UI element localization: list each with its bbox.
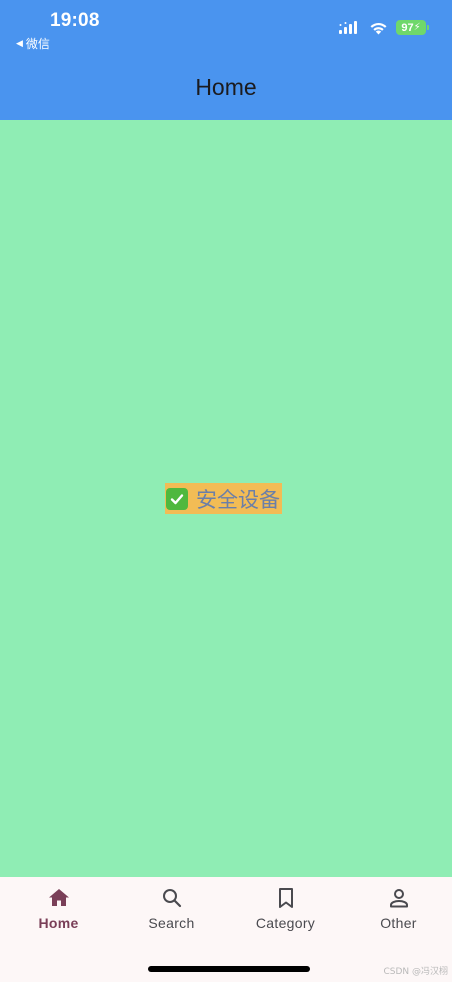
home-indicator[interactable] xyxy=(148,966,310,972)
cellular-signal-icon xyxy=(339,21,357,34)
nav-label-search: Search xyxy=(148,915,195,931)
nav-item-home[interactable]: Home xyxy=(2,886,115,931)
charging-bolt-icon: ⚡ xyxy=(413,22,421,33)
check-mark-icon xyxy=(166,487,188,510)
bookmark-icon xyxy=(278,888,293,908)
back-triangle-icon: ◀ xyxy=(16,38,23,48)
security-status-chip: 安全设备 xyxy=(165,483,282,514)
wifi-icon xyxy=(370,22,387,34)
nav-item-search[interactable]: Search xyxy=(115,886,228,931)
screen: 19:08 ◀ 微信 97 ⚡ Home 安全设备 Home Search Ca… xyxy=(0,0,452,982)
back-app-label: 微信 xyxy=(25,37,50,51)
security-status-text: 安全设备 xyxy=(196,487,280,512)
nav-label-home: Home xyxy=(38,915,79,931)
battery-indicator: 97 ⚡ xyxy=(396,20,429,35)
status-icons: 97 ⚡ xyxy=(339,20,429,35)
top-bar: 19:08 ◀ 微信 97 ⚡ Home xyxy=(0,0,452,120)
home-icon xyxy=(48,889,69,906)
nav-label-category: Category xyxy=(255,915,316,931)
person-icon xyxy=(389,889,408,908)
page-title: Home xyxy=(195,74,257,100)
nav-item-category[interactable]: Category xyxy=(229,886,342,931)
nav-item-other[interactable]: Other xyxy=(342,886,452,931)
search-icon xyxy=(162,889,181,908)
main-content: 安全设备 xyxy=(0,120,452,877)
back-to-app-link[interactable]: ◀ 微信 xyxy=(16,35,50,52)
watermark: CSDN @冯汉栩 xyxy=(383,967,448,977)
battery-level: 97 xyxy=(401,21,414,34)
nav-label-other: Other xyxy=(380,915,417,931)
status-time: 19:08 xyxy=(50,10,100,31)
